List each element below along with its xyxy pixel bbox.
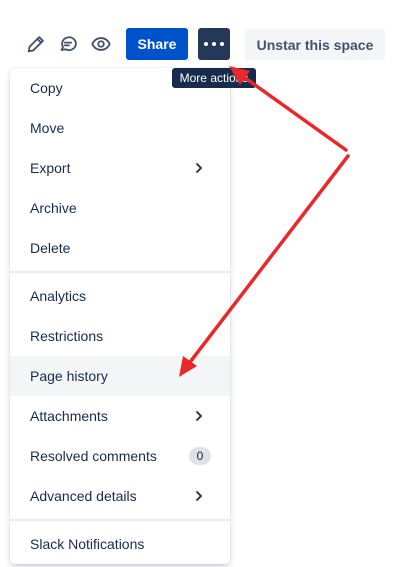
share-button[interactable]: Share: [126, 28, 188, 60]
menu-item-slack-notifications[interactable]: Slack Notifications: [10, 524, 230, 564]
menu-item-label: Slack Notifications: [30, 536, 145, 552]
menu-item-export[interactable]: Export: [10, 148, 230, 188]
menu-item-move[interactable]: Move: [10, 108, 230, 148]
unstar-space-button[interactable]: Unstar this space: [245, 29, 385, 60]
count-badge: 0: [189, 447, 211, 465]
menu-item-archive[interactable]: Archive: [10, 188, 230, 228]
menu-item-label: Attachments: [30, 408, 108, 424]
menu-item-attachments[interactable]: Attachments: [10, 396, 230, 436]
more-actions-tooltip: More actions: [172, 68, 256, 88]
menu-item-restrictions[interactable]: Restrictions: [10, 316, 230, 356]
menu-item-label: Advanced details: [30, 488, 137, 504]
chevron-right-icon: [196, 411, 202, 421]
menu-divider: [10, 271, 230, 273]
ellipsis-icon: [212, 42, 216, 46]
more-actions-button[interactable]: [198, 28, 230, 60]
menu-item-label: Delete: [30, 240, 71, 256]
pencil-icon[interactable]: [24, 32, 48, 56]
menu-item-page-history[interactable]: Page history: [10, 356, 230, 396]
menu-item-label: Restrictions: [30, 328, 104, 344]
chevron-right-icon: [196, 163, 202, 173]
menu-item-label: Export: [30, 160, 71, 176]
ellipsis-icon: [220, 42, 224, 46]
menu-item-label: Copy: [30, 80, 63, 96]
comment-icon[interactable]: [56, 32, 80, 56]
menu-item-analytics[interactable]: Analytics: [10, 276, 230, 316]
chevron-right-icon: [196, 491, 202, 501]
more-actions-menu: Copy Move Export Archive Delete Analytic…: [10, 68, 230, 564]
menu-item-label: Archive: [30, 200, 77, 216]
eye-icon[interactable]: [89, 32, 113, 56]
menu-item-label: Resolved comments: [30, 448, 157, 464]
menu-item-label: Move: [30, 120, 65, 136]
menu-item-label: Page history: [30, 368, 108, 384]
menu-item-advanced-details[interactable]: Advanced details: [10, 476, 230, 516]
menu-item-delete[interactable]: Delete: [10, 228, 230, 268]
page: Share Unstar this space More actions Cop…: [0, 0, 404, 567]
menu-item-resolved-comments[interactable]: Resolved comments 0: [10, 436, 230, 476]
menu-divider: [10, 519, 230, 521]
menu-item-label: Analytics: [30, 288, 87, 304]
ellipsis-icon: [204, 42, 208, 46]
